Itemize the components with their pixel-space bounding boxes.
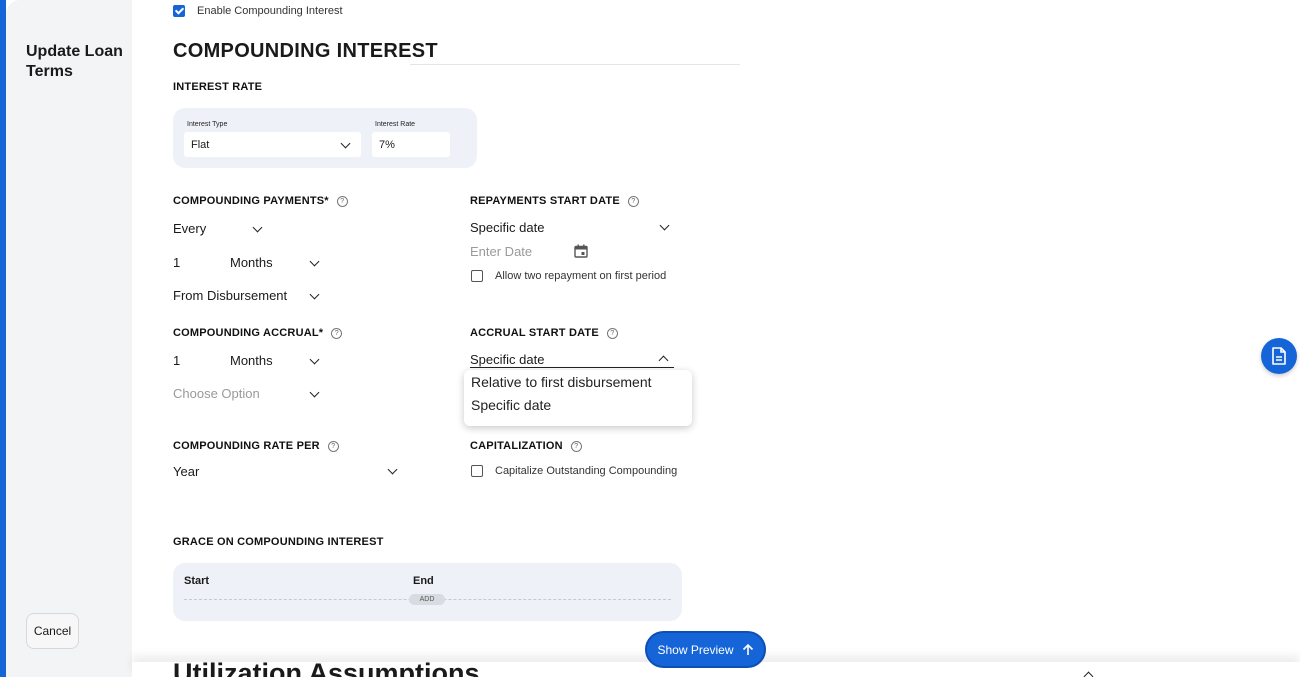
enable-compounding-checkbox[interactable] <box>173 5 185 17</box>
divider <box>410 64 740 65</box>
compounding-frequency-select[interactable]: Every <box>173 221 206 236</box>
enable-compounding-row[interactable]: Enable Compounding Interest <box>173 5 343 17</box>
calendar-icon[interactable] <box>574 244 588 263</box>
page-title: Update Loan Terms <box>26 43 123 80</box>
grace-label: GRACE ON COMPOUNDING INTEREST <box>173 536 384 548</box>
grace-panel: Start End ADD <box>173 563 682 621</box>
compounding-accrual-label-text: COMPOUNDING ACCRUAL* <box>173 327 324 339</box>
repayments-start-label: REPAYMENTS START DATE? <box>470 195 639 207</box>
compounding-unit-select[interactable]: Months <box>230 255 273 270</box>
accrual-start-label-text: ACCRUAL START DATE <box>470 327 599 339</box>
chevron-up-icon <box>658 355 669 366</box>
capitalize-row[interactable]: Capitalize Outstanding Compounding <box>471 465 677 477</box>
arrow-up-icon <box>742 643 753 655</box>
capitalization-label-text: CAPITALIZATION <box>470 440 563 452</box>
compounding-rate-per-label: COMPOUNDING RATE PER? <box>173 440 339 452</box>
dropdown-option-relative[interactable]: Relative to first disbursement <box>471 374 652 390</box>
capitalize-checkbox[interactable] <box>471 465 483 477</box>
compounding-frequency-value: Every <box>173 221 207 236</box>
compounding-from-select[interactable]: From Disbursement <box>173 288 287 303</box>
cancel-button[interactable]: Cancel <box>26 613 79 649</box>
help-icon[interactable]: ? <box>570 441 582 452</box>
sidebar: Update Loan Terms Cancel <box>6 0 135 677</box>
add-grace-button[interactable]: ADD <box>409 594 445 605</box>
repayments-start-mode-select[interactable]: Specific date <box>470 220 544 235</box>
dropdown-option-specific-date[interactable]: Specific date <box>471 397 551 413</box>
interest-rate-field-label: Interest Rate <box>375 121 416 128</box>
accrual-count-input[interactable]: 1 <box>173 353 180 368</box>
grace-end-label: End <box>413 575 434 587</box>
interest-type-label: Interest Type <box>187 121 228 128</box>
accrual-start-mode-value: Specific date <box>470 352 545 367</box>
document-button[interactable] <box>1261 338 1297 374</box>
repayments-start-label-text: REPAYMENTS START DATE <box>470 195 620 207</box>
accrual-start-dropdown: Relative to first disbursement Specific … <box>464 370 692 426</box>
compounding-accrual-label: COMPOUNDING ACCRUAL*? <box>173 327 343 339</box>
help-icon[interactable]: ? <box>327 441 339 452</box>
help-icon[interactable]: ? <box>627 196 639 207</box>
accrual-start-mode-select[interactable]: Specific date <box>470 351 674 368</box>
enable-compounding-label: Enable Compounding Interest <box>197 5 343 17</box>
allow-two-repayment-label: Allow two repayment on first period <box>495 270 667 282</box>
interest-rate-value: 7% <box>379 138 395 151</box>
help-icon[interactable]: ? <box>331 328 343 339</box>
accrual-start-label: ACCRUAL START DATE? <box>470 327 618 339</box>
accrual-option-select[interactable]: Choose Option <box>173 386 260 401</box>
allow-two-repayment-row[interactable]: Allow two repayment on first period <box>471 270 666 282</box>
compounding-rate-per-label-text: COMPOUNDING RATE PER <box>173 440 320 452</box>
compounding-count-input[interactable]: 1 <box>173 255 180 270</box>
interest-type-value: Flat <box>191 138 210 151</box>
grace-start-label: Start <box>184 575 210 587</box>
interest-rate-input[interactable]: 7% <box>372 132 450 157</box>
show-preview-label: Show Preview <box>657 642 734 657</box>
allow-two-repayment-checkbox[interactable] <box>471 270 483 282</box>
accrual-unit-select[interactable]: Months <box>230 353 273 368</box>
interest-rate-label: INTEREST RATE <box>173 81 263 93</box>
interest-type-select[interactable]: Flat <box>184 132 361 157</box>
section-title: COMPOUNDING INTEREST <box>173 40 438 62</box>
show-preview-button[interactable]: Show Preview <box>645 631 766 668</box>
compounding-rate-per-select[interactable]: Year <box>173 464 199 479</box>
chevron-down-icon <box>340 138 351 149</box>
help-icon[interactable]: ? <box>606 328 618 339</box>
compounding-payments-label-text: COMPOUNDING PAYMENTS* <box>173 195 329 207</box>
compounding-payments-label: COMPOUNDING PAYMENTS*? <box>173 195 348 207</box>
help-icon[interactable]: ? <box>336 196 348 207</box>
next-section-title: Utilization Assumptions <box>173 658 480 677</box>
document-icon <box>1272 347 1286 365</box>
capitalization-label: CAPITALIZATION? <box>470 440 582 452</box>
interest-rate-panel: Interest Type Flat Interest Rate 7% <box>173 108 477 168</box>
repayments-date-input[interactable]: Enter Date <box>470 244 532 259</box>
capitalize-label: Capitalize Outstanding Compounding <box>495 465 678 477</box>
